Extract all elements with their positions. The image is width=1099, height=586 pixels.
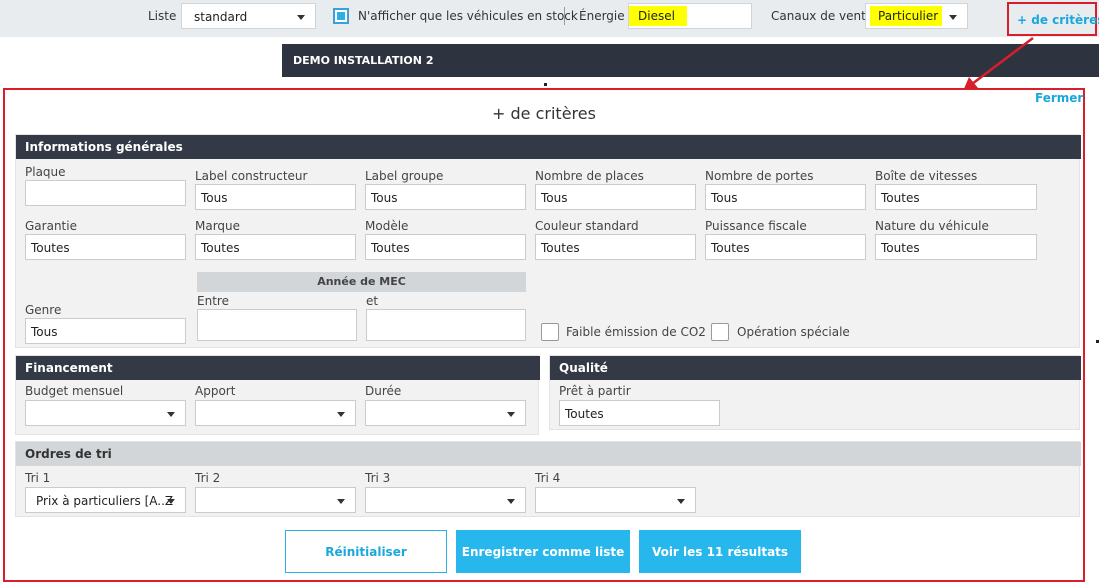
tri2-label: Tri 2 (195, 471, 221, 485)
label-groupe-label: Label groupe (365, 169, 444, 183)
liste-select-value: standard (194, 10, 248, 24)
tri3-label: Tri 3 (365, 471, 391, 485)
marker-dot (544, 83, 547, 86)
chevron-down-icon (167, 499, 175, 504)
canaux-value: Particulier (870, 6, 942, 26)
modele-input[interactable]: Toutes (365, 234, 526, 260)
et-label: et (366, 294, 379, 308)
garantie-input[interactable]: Toutes (25, 234, 186, 260)
energie-value: Diesel (629, 6, 687, 26)
chevron-down-icon (337, 499, 345, 504)
canaux-label: Canaux de vente (771, 9, 874, 23)
chevron-down-icon (167, 412, 175, 417)
section-heading: Qualité (550, 356, 1081, 380)
toolbar-divider (564, 7, 565, 25)
annee-entre-input[interactable] (197, 309, 357, 341)
chevron-down-icon (949, 15, 957, 20)
chevron-down-icon (507, 499, 515, 504)
tri4-label: Tri 4 (535, 471, 561, 485)
apport-select[interactable] (195, 400, 356, 426)
marque-label: Marque (195, 219, 241, 233)
installation-bar: DEMO INSTALLATION 2 (282, 44, 1099, 77)
modele-label: Modèle (365, 219, 409, 233)
close-link[interactable]: Fermer (1035, 91, 1083, 105)
chevron-down-icon (507, 412, 515, 417)
view-results-button[interactable]: Voir les 11 résultats (639, 530, 801, 573)
chevron-down-icon (337, 412, 345, 417)
tri4-select[interactable] (535, 487, 696, 513)
operation-speciale-label: Opération spéciale (737, 325, 850, 339)
tri1-label: Tri 1 (25, 471, 51, 485)
boite-input[interactable]: Toutes (875, 184, 1037, 210)
plaque-input[interactable] (25, 180, 186, 206)
pret-input[interactable]: Toutes (559, 400, 720, 426)
operation-speciale-checkbox[interactable] (711, 323, 729, 341)
save-list-button[interactable]: Enregistrer comme liste (456, 530, 630, 573)
faible-emission-checkbox[interactable] (541, 323, 559, 341)
tri3-select[interactable] (365, 487, 526, 513)
nb-portes-label: Nombre de portes (705, 169, 814, 183)
label-constructeur-label: Label constructeur (195, 169, 308, 183)
canaux-select[interactable]: Particulier (865, 3, 968, 29)
genre-label: Genre (25, 303, 62, 317)
annee-et-input[interactable] (366, 309, 526, 341)
liste-label: Liste (148, 9, 177, 23)
installation-title: DEMO INSTALLATION 2 (293, 54, 434, 67)
puissance-label: Puissance fiscale (705, 219, 807, 233)
annee-mec-heading: Année de MEC (197, 272, 526, 292)
chevron-down-icon (297, 15, 305, 20)
pret-label: Prêt à partir (559, 384, 631, 398)
couleur-label: Couleur standard (535, 219, 639, 233)
label-groupe-input[interactable]: Tous (365, 184, 526, 210)
stock-only-checkbox[interactable] (333, 8, 349, 24)
panel-title: + de critères (492, 104, 596, 123)
tri2-select[interactable] (195, 487, 356, 513)
reset-button[interactable]: Réinitialiser (285, 530, 447, 573)
genre-input[interactable]: Tous (25, 318, 186, 344)
budget-label: Budget mensuel (25, 384, 124, 398)
garantie-label: Garantie (25, 219, 77, 233)
nb-places-input[interactable]: Tous (535, 184, 696, 210)
stock-only-label: N'afficher que les véhicules en stock (358, 9, 578, 23)
duree-label: Durée (365, 384, 402, 398)
section-heading: Financement (16, 356, 540, 380)
label-constructeur-input[interactable]: Tous (195, 184, 356, 210)
energie-label: Énergie (579, 9, 625, 23)
marque-input[interactable]: Toutes (195, 234, 356, 260)
nb-portes-input[interactable]: Tous (705, 184, 866, 210)
nature-input[interactable]: Toutes (875, 234, 1037, 260)
apport-label: Apport (195, 384, 236, 398)
tri1-select[interactable]: Prix à particuliers [A..Z (25, 487, 186, 513)
nb-places-label: Nombre de places (535, 169, 644, 183)
chevron-down-icon (677, 499, 685, 504)
budget-select[interactable] (25, 400, 186, 426)
faible-emission-label: Faible émission de CO2 (566, 325, 706, 339)
boite-label: Boîte de vitesses (875, 169, 978, 183)
energie-input[interactable]: Diesel (628, 3, 752, 29)
entre-label: Entre (197, 294, 229, 308)
duree-select[interactable] (365, 400, 526, 426)
section-heading: Informations générales (16, 135, 1081, 159)
filter-toolbar: Liste standard N'afficher que les véhicu… (0, 0, 1099, 37)
section-heading: Ordres de tri (16, 442, 1081, 466)
puissance-input[interactable]: Toutes (705, 234, 866, 260)
nature-label: Nature du véhicule (875, 219, 989, 233)
couleur-input[interactable]: Toutes (535, 234, 696, 260)
tri1-value: Prix à particuliers [A..Z (36, 494, 174, 508)
plaque-label: Plaque (25, 165, 66, 179)
liste-select[interactable]: standard (181, 3, 316, 29)
more-criteria-button[interactable]: + de critères (1007, 2, 1099, 36)
